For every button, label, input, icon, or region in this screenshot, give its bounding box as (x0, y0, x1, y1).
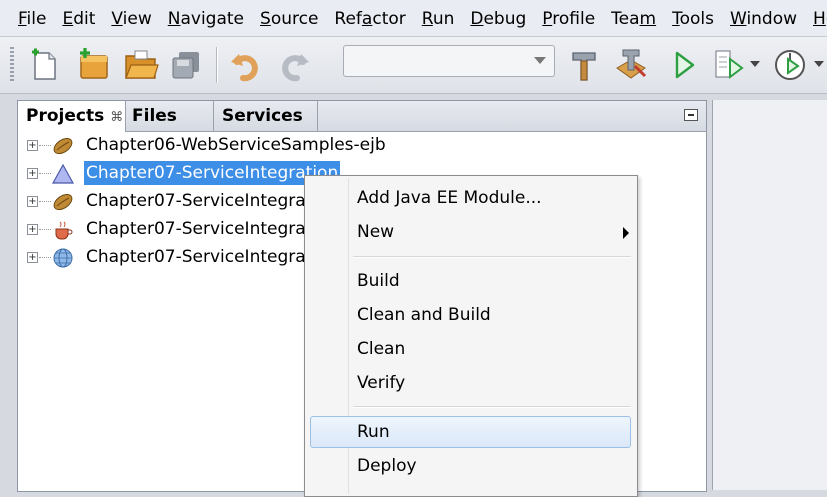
menu-help[interactable]: Help (803, 0, 827, 36)
tree-node-label: Chapter07-ServiceIntegration (84, 161, 341, 185)
menu-window[interactable]: Window (720, 0, 803, 36)
profile-dropdown-icon[interactable] (812, 45, 826, 85)
minimize-icon[interactable] (684, 109, 698, 121)
panel-tab-bar: Projects ⌘ Files Services (18, 101, 706, 132)
expand-icon[interactable]: + (27, 252, 38, 263)
editor-area (712, 100, 827, 490)
toolbar-grip[interactable] (10, 47, 14, 83)
debug-icon[interactable] (708, 45, 748, 85)
tree-connector (39, 229, 51, 230)
tree-connector (39, 201, 51, 202)
clean-build-icon[interactable] (612, 45, 652, 85)
submenu-arrow-icon (623, 227, 629, 239)
expand-icon[interactable]: + (27, 196, 38, 207)
tab-projects[interactable]: Projects ⌘ (18, 101, 126, 132)
tree-connector (39, 257, 51, 258)
menu-item-clean[interactable]: Clean (357, 334, 405, 364)
configuration-combo[interactable] (343, 45, 555, 77)
menu-item-verify[interactable]: Verify (357, 368, 405, 398)
tree-node[interactable]: + Chapter06-WebServiceSamples-ejb (18, 133, 706, 159)
tree-connector (39, 173, 51, 174)
expand-icon[interactable]: + (27, 168, 38, 179)
menu-view[interactable]: View (101, 0, 157, 36)
java-cup-icon (52, 219, 74, 241)
new-file-icon[interactable] (25, 45, 65, 85)
save-all-icon[interactable] (166, 45, 206, 85)
menu-profile[interactable]: Profile (532, 0, 601, 36)
tree-node-label: Chapter06-WebServiceSamples-ejb (86, 135, 386, 155)
expand-icon[interactable]: + (27, 224, 38, 235)
menu-item-deploy[interactable]: Deploy (357, 451, 417, 481)
menu-refactor[interactable]: Refactor (324, 0, 411, 36)
tree-node-label: Chapter07-ServiceIntegration (86, 247, 339, 267)
menu-edit[interactable]: Edit (52, 0, 101, 36)
build-hammer-icon[interactable] (565, 45, 605, 85)
web-globe-icon (52, 247, 74, 269)
menu-team[interactable]: Team (601, 0, 662, 36)
tree-connector (39, 145, 51, 146)
menu-separator (353, 256, 631, 258)
tab-services[interactable]: Services (214, 101, 318, 131)
menu-separator (353, 406, 631, 408)
chevron-down-icon (534, 57, 546, 64)
menu-bar: File Edit View Navigate Source Refactor … (0, 0, 827, 37)
new-project-icon[interactable] (74, 45, 114, 85)
tree-node-label: Chapter07-ServiceIntegration (86, 191, 339, 211)
expand-icon[interactable]: + (27, 140, 38, 151)
run-icon[interactable] (664, 45, 704, 85)
tab-files[interactable]: Files (126, 101, 214, 131)
close-icon[interactable]: ⌘ (110, 110, 123, 125)
menu-file[interactable]: File (0, 0, 52, 36)
menu-item-build[interactable]: Build (357, 266, 400, 296)
redo-icon[interactable] (274, 45, 314, 85)
profile-icon[interactable] (770, 45, 810, 85)
tree-node-label: Chapter07-ServiceIntegration (86, 219, 339, 239)
context-menu: Add Java EE Module... New Build Clean an… (304, 175, 638, 497)
menu-run[interactable]: Run (412, 0, 461, 36)
menu-item-add-javaee-module[interactable]: Add Java EE Module... (357, 183, 542, 213)
menu-navigate[interactable]: Navigate (158, 0, 250, 36)
debug-dropdown-icon[interactable] (748, 45, 762, 85)
enterprise-app-icon (51, 163, 75, 185)
menu-item-new[interactable]: New (357, 217, 627, 247)
open-project-icon[interactable] (121, 45, 161, 85)
menu-item-clean-and-build[interactable]: Clean and Build (357, 300, 491, 330)
menu-item-run[interactable]: Run (357, 417, 390, 447)
undo-icon[interactable] (226, 45, 266, 85)
menu-debug[interactable]: Debug (460, 0, 532, 36)
menu-tools[interactable]: Tools (662, 0, 720, 36)
ejb-bean-icon (52, 135, 74, 157)
ejb-bean-icon (52, 191, 74, 213)
toolbar-separator (216, 47, 218, 83)
menu-source[interactable]: Source (250, 0, 324, 36)
